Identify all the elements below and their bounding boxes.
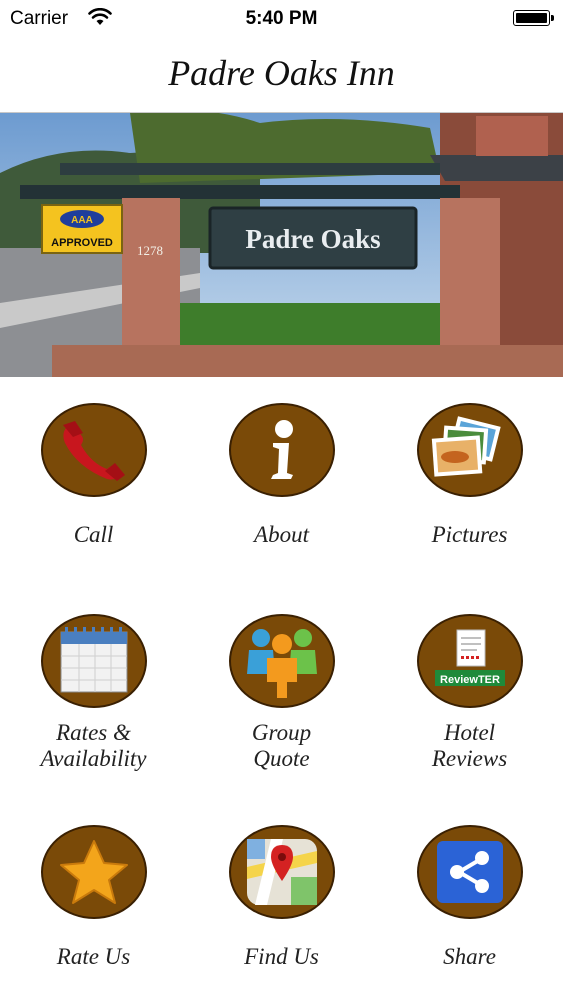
phone-icon <box>63 421 125 481</box>
nav-bar: Padre Oaks Inn <box>0 38 563 113</box>
star-icon <box>60 840 128 904</box>
group-quote-button[interactable] <box>229 614 335 708</box>
menu-label-hotel-reviews: Hotel Reviews <box>431 720 508 771</box>
menu-label-about: About <box>254 522 309 547</box>
reviewter-icon: ReviewTER <box>435 629 505 686</box>
map-pin-icon <box>247 839 317 905</box>
group-icon <box>247 629 317 698</box>
hero-sign-text: Padre Oaks <box>245 224 380 254</box>
rates-button[interactable] <box>41 614 147 708</box>
info-icon <box>271 420 293 479</box>
reviewter-icon-text: ReviewTER <box>440 674 500 686</box>
pictures-button[interactable] <box>417 403 523 497</box>
status-bar: Carrier 5:40 PM <box>0 0 563 38</box>
hero-badge-logo: AAA <box>71 215 93 226</box>
calendar-icon <box>60 627 128 693</box>
hotel-reviews-button[interactable]: ReviewTER <box>417 614 523 708</box>
menu-label-rates: Rates & Availability <box>40 720 147 771</box>
hero-image: Padre Oaks AAA APPROVED 1278 <box>0 113 563 377</box>
menu-label-rate-us: Rate Us <box>56 944 131 969</box>
menu-label-group-quote: Group Quote <box>251 720 312 771</box>
menu-grid: Call About Pictures Rates & Availability… <box>0 377 563 1000</box>
page-title: Padre Oaks Inn <box>168 53 395 93</box>
rate-us-button[interactable] <box>41 825 147 919</box>
menu-label-pictures: Pictures <box>431 522 508 547</box>
share-icon <box>437 841 503 903</box>
share-button[interactable] <box>417 825 523 919</box>
photos-icon <box>431 416 501 477</box>
about-button[interactable] <box>229 403 335 497</box>
menu-label-share: Share <box>443 944 496 969</box>
menu-label-find-us: Find Us <box>244 944 319 969</box>
battery-icon <box>513 10 554 26</box>
find-us-button[interactable] <box>229 825 335 919</box>
hero-badge-text: APPROVED <box>51 237 113 249</box>
menu-label-call: Call <box>73 522 114 547</box>
call-button[interactable] <box>41 403 147 497</box>
hero-address: 1278 <box>137 243 163 258</box>
clock: 5:40 PM <box>245 8 318 29</box>
